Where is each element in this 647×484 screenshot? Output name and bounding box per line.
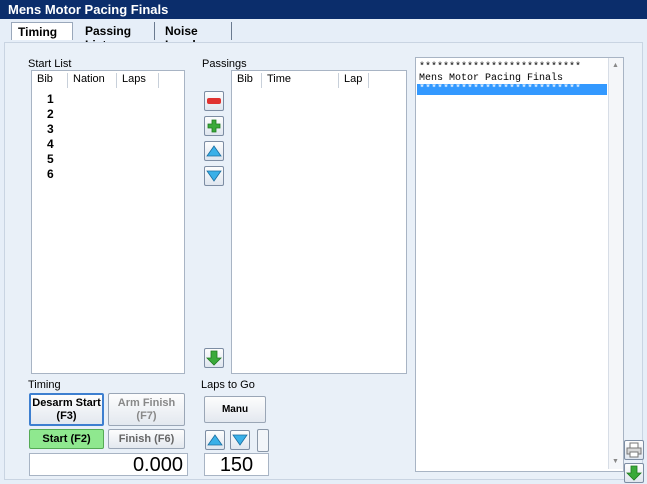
printout-line-selected: *************************** [417, 84, 607, 95]
column-header-bib[interactable]: Bib [32, 73, 68, 88]
bib-list: 1 2 3 4 5 6 [47, 92, 54, 182]
remove-passing-button[interactable] [204, 91, 224, 111]
column-header-nation[interactable]: Nation [68, 73, 117, 88]
manu-button[interactable]: Manu [204, 396, 266, 423]
laps-to-go-label: Laps to Go [201, 379, 255, 391]
timing-label: Timing [28, 379, 61, 391]
move-down-button[interactable] [204, 166, 224, 186]
column-header-laps[interactable]: Laps [117, 73, 159, 88]
scroll-down-icon[interactable]: ▼ [612, 458, 619, 465]
start-list-label: Start List [28, 58, 72, 70]
passings-label: Passings [202, 58, 247, 70]
minus-icon [207, 98, 221, 104]
column-header-bib[interactable]: Bib [232, 73, 262, 88]
list-item[interactable]: 6 [47, 167, 54, 182]
move-up-button[interactable] [204, 141, 224, 161]
laps-display: 150 [204, 453, 269, 476]
scroll-up-icon[interactable]: ▲ [612, 62, 619, 69]
laps-toggle[interactable] [257, 429, 269, 452]
arrow-down-icon [206, 350, 222, 366]
tab-timing[interactable]: Timing [11, 22, 73, 40]
printout-line: *************************** [419, 62, 582, 73]
column-header-time[interactable]: Time [262, 73, 339, 88]
add-passing-button[interactable] [204, 116, 224, 136]
arm-finish-button[interactable]: Arm Finish (F7) [108, 393, 185, 426]
window-title: Mens Motor Pacing Finals [0, 0, 647, 19]
list-item[interactable]: 3 [47, 122, 54, 137]
start-list[interactable]: Bib Nation Laps 1 2 3 4 5 6 [31, 70, 185, 374]
plus-icon [207, 119, 221, 133]
triangle-up-icon [207, 434, 223, 446]
print-button[interactable] [624, 440, 644, 460]
triangle-down-icon [232, 434, 248, 446]
export-button[interactable] [624, 463, 644, 483]
printout-scrollbar[interactable]: ▲ ▼ [608, 58, 623, 469]
passings-list[interactable]: Bib Time Lap [231, 70, 407, 374]
tab-passing-list[interactable]: Passing List [79, 22, 155, 52]
finish-button[interactable]: Finish (F6) [108, 429, 185, 449]
download-button[interactable] [204, 348, 224, 368]
printout-panel[interactable]: *************************** Mens Motor P… [415, 57, 624, 472]
list-item[interactable]: 5 [47, 152, 54, 167]
laps-down-button[interactable] [230, 430, 250, 450]
printout-line: Mens Motor Pacing Finals [419, 73, 564, 84]
column-header-lap[interactable]: Lap [339, 73, 369, 88]
tab-bar: Timing Passing List Noise Level [0, 19, 647, 52]
laps-up-button[interactable] [205, 430, 225, 450]
start-button[interactable]: Start (F2) [29, 429, 104, 449]
printout-text: *************************** Mens Motor P… [417, 62, 607, 95]
list-item[interactable]: 2 [47, 107, 54, 122]
printer-icon [626, 442, 642, 458]
arrow-down-icon [626, 465, 642, 481]
tab-noise-level[interactable]: Noise Level [159, 22, 232, 52]
list-item[interactable]: 1 [47, 92, 54, 107]
time-display: 0.000 [29, 453, 188, 476]
triangle-up-icon [206, 145, 222, 157]
timing-panel: Start List Bib Nation Laps 1 2 3 4 5 6 P… [4, 42, 644, 483]
desarm-start-button[interactable]: Desarm Start (F3) [29, 393, 104, 426]
triangle-down-icon [206, 170, 222, 182]
list-item[interactable]: 4 [47, 137, 54, 152]
